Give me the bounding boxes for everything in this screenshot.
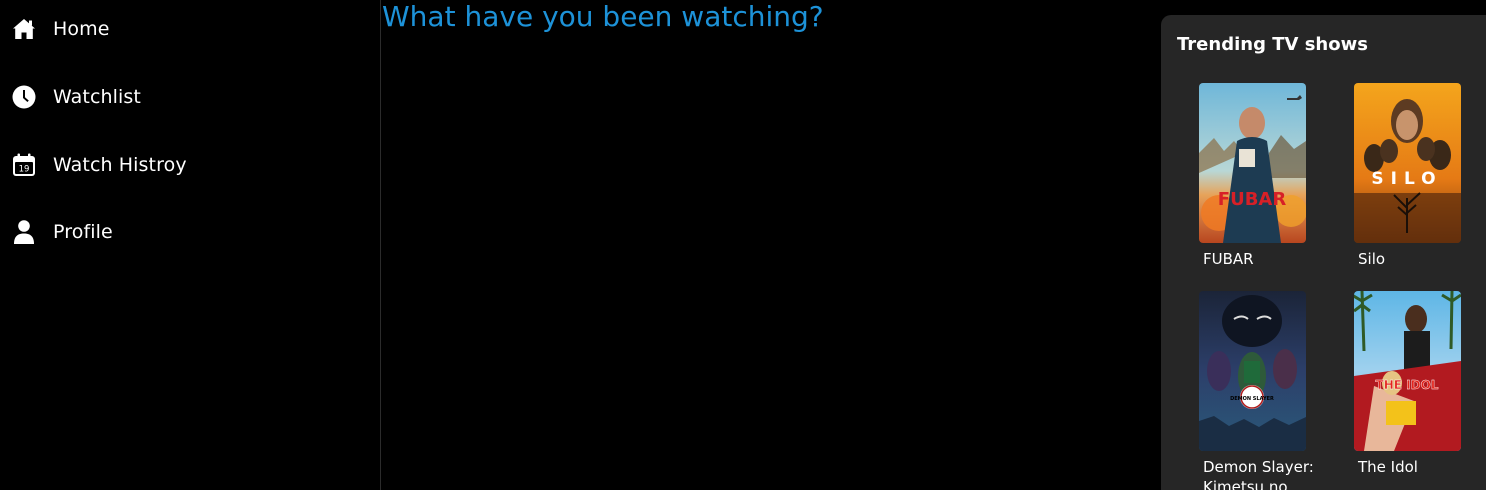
- show-card-fubar[interactable]: FUBAR FUBAR: [1199, 83, 1324, 269]
- sidebar-item-watch-history[interactable]: 19 Watch Histroy: [12, 149, 187, 181]
- app-root: Home Watchlist 19 Watch Histroy Profile …: [0, 0, 1486, 490]
- show-card-demon-slayer[interactable]: DEMON SLAYER Demon Slayer: Kimetsu no: [1199, 291, 1324, 490]
- poster-title-text: SILO: [1371, 169, 1442, 189]
- show-title[interactable]: The Idol: [1358, 457, 1478, 477]
- poster-title-text: FUBAR: [1218, 189, 1287, 210]
- sidebar-item-label: Profile: [53, 221, 113, 243]
- sidebar-item-label: Watch Histroy: [53, 154, 187, 176]
- poster-title-text: THE IDOL: [1376, 378, 1439, 392]
- show-poster[interactable]: THE IDOL: [1354, 291, 1461, 451]
- sidebar-item-label: Home: [53, 18, 110, 40]
- show-poster[interactable]: FUBAR: [1199, 83, 1306, 243]
- sidebar-item-home[interactable]: Home: [12, 13, 110, 45]
- calendar-icon: 19: [12, 153, 36, 177]
- show-title[interactable]: FUBAR: [1203, 249, 1323, 269]
- sidebar: Home Watchlist 19 Watch Histroy Profile: [0, 0, 381, 490]
- user-icon: [12, 220, 36, 244]
- sidebar-item-watchlist[interactable]: Watchlist: [12, 81, 141, 113]
- show-title[interactable]: Demon Slayer: Kimetsu no: [1203, 457, 1323, 490]
- calendar-day-text: 19: [19, 165, 30, 175]
- show-card-the-idol[interactable]: THE IDOL The Idol: [1354, 291, 1479, 477]
- watch-prompt-heading[interactable]: What have you been watching?: [382, 0, 824, 34]
- show-poster[interactable]: SILO: [1354, 83, 1461, 243]
- sidebar-item-label: Watchlist: [53, 86, 141, 108]
- trending-panel: Trending TV shows FUBAR FUBAR SILO Silo …: [1161, 15, 1486, 490]
- poster-title-text: DEMON SLAYER: [1230, 396, 1274, 402]
- trending-title: Trending TV shows: [1177, 34, 1368, 55]
- show-title[interactable]: Silo: [1358, 249, 1478, 269]
- clock-icon: [12, 85, 36, 109]
- show-poster[interactable]: DEMON SLAYER: [1199, 291, 1306, 451]
- show-card-silo[interactable]: SILO Silo: [1354, 83, 1479, 269]
- home-icon: [12, 17, 36, 41]
- sidebar-item-profile[interactable]: Profile: [12, 216, 113, 248]
